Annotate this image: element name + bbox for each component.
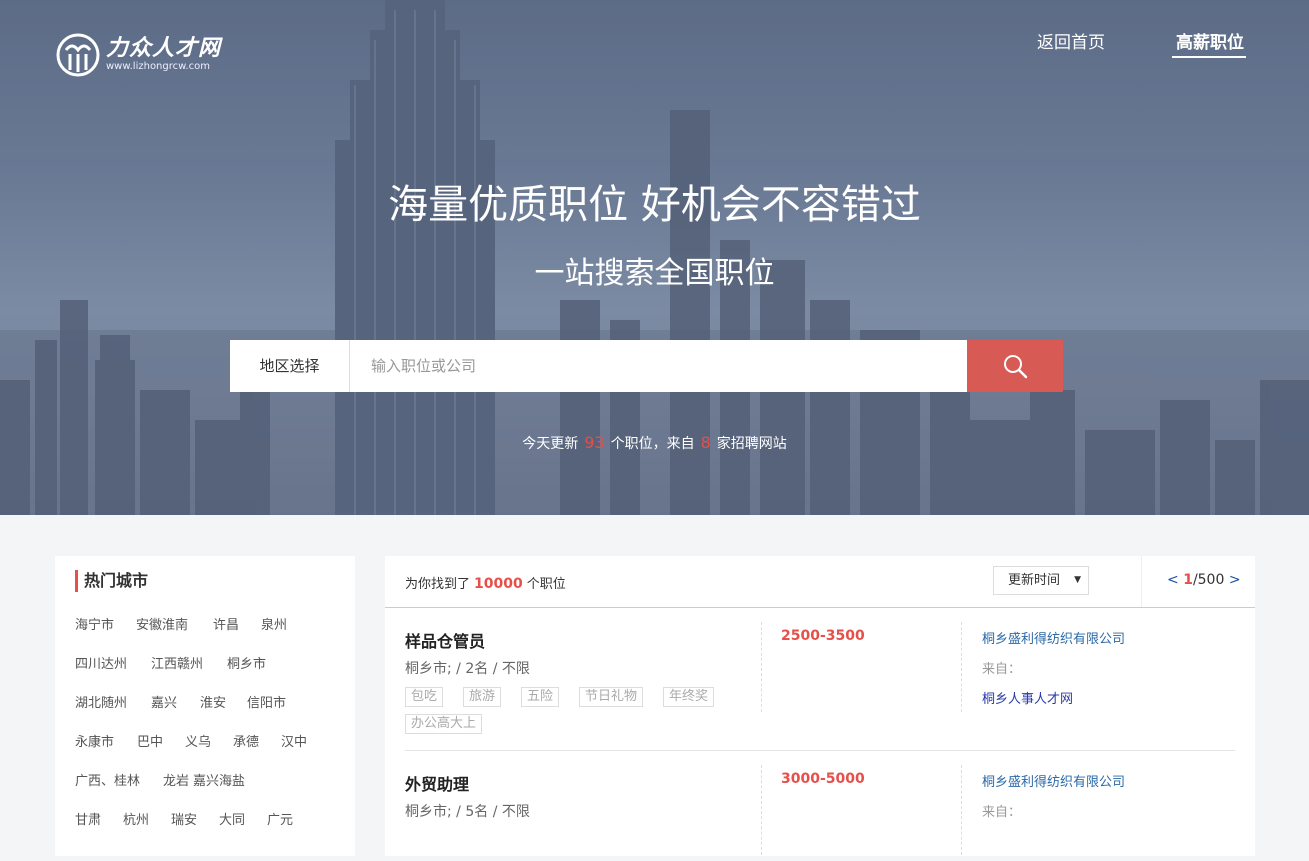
city-link[interactable]: 巴中 xyxy=(137,731,163,750)
company-link[interactable]: 桐乡盛利得纺织有限公司 xyxy=(982,771,1125,790)
hero-subtitle: 一站搜索全国职位 xyxy=(534,256,775,291)
site-logo[interactable]: 力众人才网 www.lizhongrcw.com xyxy=(56,28,221,82)
job-tag: 办公高大上 xyxy=(405,714,483,734)
stats-sites-count: 8 xyxy=(700,433,711,452)
search-bar: 地区选择 xyxy=(230,340,1063,392)
job-item[interactable]: 样品仓管员 桐乡市; / 2名 / 不限 包吃 旅游 五险 节日礼物 年终奖 办… xyxy=(405,622,1235,738)
city-link[interactable]: 四川达州 xyxy=(75,653,127,672)
city-link[interactable]: 承德 xyxy=(233,731,259,750)
search-button[interactable] xyxy=(967,340,1063,392)
stats-jobs-count: 93 xyxy=(584,433,605,452)
job-salary: 2500-3500 xyxy=(781,628,865,644)
city-link[interactable]: 广西、桂林 xyxy=(75,770,140,789)
city-link[interactable]: 龙岩 xyxy=(163,770,189,789)
city-link[interactable]: 广元 xyxy=(267,809,293,828)
job-tag: 包吃 xyxy=(405,687,444,707)
logo-name: 力众人才网 xyxy=(106,35,222,61)
search-input[interactable] xyxy=(351,340,967,392)
job-item[interactable]: 外贸助理 桐乡市; / 5名 / 不限 3000-5000 桐乡盛利得纺织有限公… xyxy=(405,765,1235,861)
city-link[interactable]: 桐乡市 xyxy=(227,653,266,672)
logo-mark-icon xyxy=(56,33,100,77)
nav-high-salary-link[interactable]: 高薪职位 xyxy=(1176,28,1244,53)
city-link[interactable]: 海宁市 xyxy=(75,614,114,633)
hero-banner: 力众人才网 www.lizhongrcw.com 返回首页 高薪职位 海量优质职… xyxy=(0,0,1309,515)
job-title[interactable]: 外贸助理 xyxy=(405,771,469,795)
stats-middle: 个职位，来自 xyxy=(610,436,695,452)
company-link[interactable]: 桐乡盛利得纺织有限公司 xyxy=(982,628,1125,647)
sort-select[interactable]: 更新时间 ▼ xyxy=(993,566,1089,595)
stats-suffix: 家招聘网站 xyxy=(716,436,787,452)
job-salary: 3000-5000 xyxy=(781,771,865,787)
hot-cities-title: 热门城市 xyxy=(75,570,148,592)
search-icon xyxy=(1004,355,1028,379)
city-link[interactable]: 嘉兴 xyxy=(151,692,177,711)
region-select-button[interactable]: 地区选择 xyxy=(230,340,350,392)
from-label: 来自： xyxy=(982,805,1022,820)
caret-down-icon: ▼ xyxy=(1074,575,1081,585)
current-page: 1 xyxy=(1183,572,1193,588)
prev-page-button[interactable]: < xyxy=(1167,572,1179,588)
source-link[interactable]: 桐乡人事人才网 xyxy=(982,688,1073,707)
city-link[interactable]: 杭州 xyxy=(123,809,149,828)
job-results: 为你找到了 10000 个职位 更新时间 ▼ < 1/500 > 样品仓管员 桐乡市… xyxy=(385,556,1255,856)
city-link[interactable]: 许昌 xyxy=(213,614,239,633)
results-count: 为你找到了 10000 个职位 xyxy=(405,576,566,592)
city-link[interactable]: 义乌 xyxy=(185,731,211,750)
results-header: 为你找到了 10000 个职位 更新时间 ▼ < 1/500 > xyxy=(385,556,1255,608)
pagination: < 1/500 > xyxy=(1167,572,1241,588)
job-title[interactable]: 样品仓管员 xyxy=(405,628,485,652)
job-meta: 桐乡市; / 2名 / 不限 xyxy=(405,661,530,677)
nav-home-link[interactable]: 返回首页 xyxy=(1037,28,1105,53)
city-link[interactable]: 安徽淮南 xyxy=(136,614,188,633)
hot-cities-panel: 热门城市 海宁市 安徽淮南 许昌 泉州四川达州 江西赣州 桐乡市湖北随州 嘉兴 淮安 信阳市永康… xyxy=(55,556,355,856)
city-link[interactable]: 江西赣州 xyxy=(151,653,203,672)
update-stats: 今天更新 93 个职位，来自 8 家招聘网站 xyxy=(0,433,1309,453)
job-tag: 旅游 xyxy=(463,687,502,707)
job-tag: 节日礼物 xyxy=(579,687,644,707)
city-link[interactable]: 汉中 xyxy=(281,731,307,750)
from-label: 来自： xyxy=(982,662,1022,677)
city-link[interactable]: 甘肃 xyxy=(75,809,101,828)
sort-label: 更新时间 xyxy=(1008,573,1061,588)
city-link[interactable]: 泉州 xyxy=(261,614,287,633)
city-link[interactable]: 湖北随州 xyxy=(75,692,127,711)
hero-title: 海量优质职位 好机会不容错过 xyxy=(388,182,921,228)
stats-prefix: 今天更新 xyxy=(522,436,579,452)
results-count-number: 10000 xyxy=(474,576,523,592)
total-pages: /500 xyxy=(1192,572,1225,588)
row-divider xyxy=(405,750,1235,751)
logo-url: www.lizhongrcw.com xyxy=(106,61,210,72)
city-link[interactable]: 信阳市 xyxy=(247,692,286,711)
next-page-button[interactable]: > xyxy=(1229,572,1241,588)
job-meta: 桐乡市; / 5名 / 不限 xyxy=(405,804,530,820)
job-tag: 年终奖 xyxy=(663,687,715,707)
city-link[interactable]: 瑞安 xyxy=(171,809,197,828)
job-tag: 五险 xyxy=(521,687,560,707)
nav-active-underline xyxy=(1172,56,1246,58)
city-link[interactable]: 淮安 xyxy=(200,692,226,711)
city-link[interactable]: 永康市 xyxy=(75,731,114,750)
city-link[interactable]: 嘉兴海盐 xyxy=(193,770,245,789)
city-link[interactable]: 大同 xyxy=(219,809,245,828)
